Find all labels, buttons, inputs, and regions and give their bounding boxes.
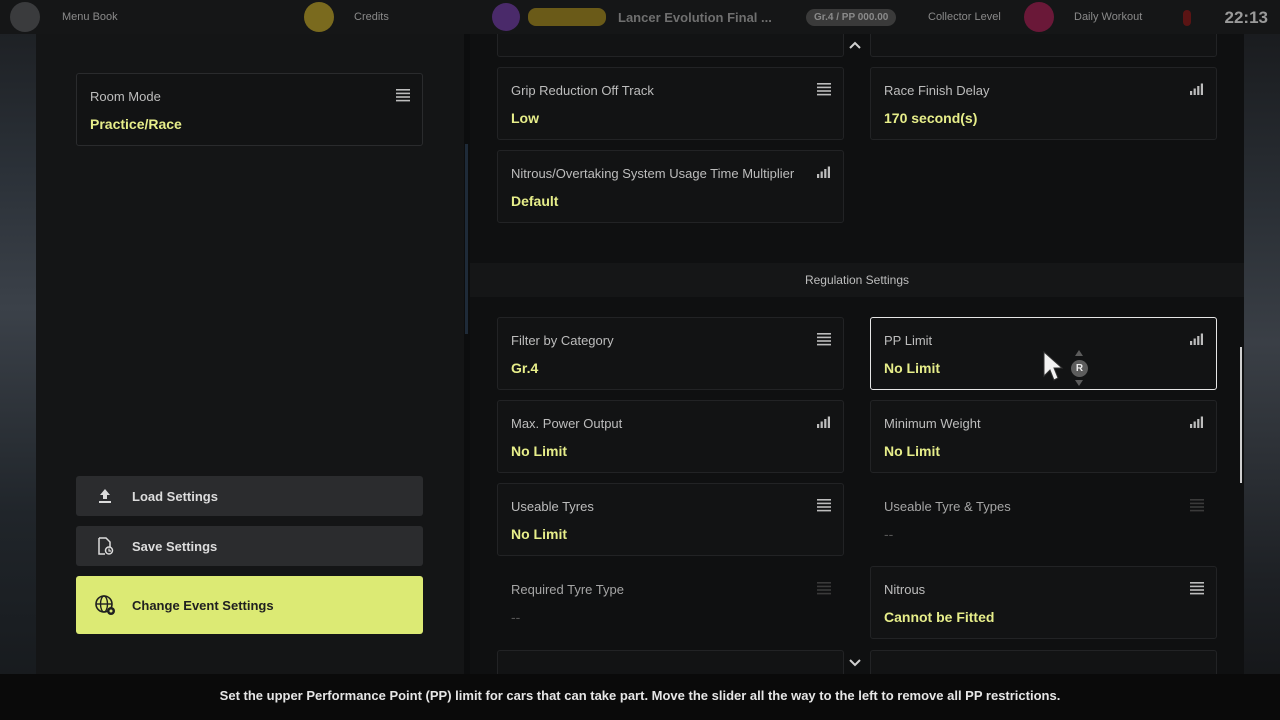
car-pill-area: Gr.4 / PP 000.00	[806, 0, 897, 34]
useable-tyre-types-label: Useable Tyre & Types	[884, 499, 1011, 514]
collector-label: Collector Level	[928, 10, 1001, 23]
list-icon	[1190, 499, 1204, 512]
minimum-weight-card[interactable]: Minimum Weight No Limit	[870, 400, 1217, 473]
list-icon	[817, 83, 831, 96]
settings-card-cutoff-bottom-left[interactable]	[497, 650, 844, 674]
required-tyre-type-card: Required Tyre Type --	[497, 566, 844, 639]
save-file-icon	[94, 535, 116, 557]
daily-area: Daily Workout	[1024, 0, 1142, 34]
car-title: Lancer Evolution Final ...	[618, 9, 772, 25]
settings-card-cutoff-right[interactable]	[870, 34, 1217, 57]
nitrous-card[interactable]: Nitrous Cannot be Fitted	[870, 566, 1217, 639]
room-mode-card[interactable]: Room Mode Practice/Race	[76, 73, 423, 146]
filter-by-category-value: Gr.4	[511, 360, 539, 376]
chevron-up-icon[interactable]	[848, 40, 862, 50]
daily-workout-icon	[1024, 2, 1054, 32]
save-settings-label: Save Settings	[132, 538, 218, 554]
save-settings-button[interactable]: Save Settings	[76, 526, 423, 566]
change-event-settings-label: Change Event Settings	[132, 597, 274, 613]
clock: 22:13	[1224, 8, 1268, 27]
useable-tyre-types-card: Useable Tyre & Types --	[870, 483, 1217, 556]
room-mode-label: Room Mode	[90, 89, 161, 104]
notification-icon	[1183, 10, 1191, 26]
credits-area: Credits	[304, 0, 389, 34]
filter-by-category-card[interactable]: Filter by Category Gr.4	[497, 317, 844, 390]
useable-tyres-label: Useable Tyres	[511, 499, 594, 514]
settings-scroll-panel[interactable]: Grip Reduction Off Track Low Race Finish…	[470, 34, 1244, 674]
r-stick-badge-icon: R	[1071, 360, 1088, 377]
scrollbar-thumb[interactable]	[1240, 347, 1242, 483]
background-edge-left	[0, 34, 36, 720]
race-finish-delay-label: Race Finish Delay	[884, 83, 990, 98]
useable-tyres-card[interactable]: Useable Tyres No Limit	[497, 483, 844, 556]
list-icon	[817, 582, 831, 595]
car-class-pill: Gr.4 / PP 000.00	[806, 8, 897, 26]
grip-reduction-label: Grip Reduction Off Track	[511, 83, 654, 98]
pointer-cursor-icon	[1043, 350, 1064, 381]
list-icon	[396, 89, 410, 102]
pp-limit-value: No Limit	[884, 360, 940, 376]
avatar	[10, 2, 40, 32]
max-power-output-card[interactable]: Max. Power Output No Limit	[497, 400, 844, 473]
required-tyre-type-label: Required Tyre Type	[511, 582, 624, 597]
pp-limit-label: PP Limit	[884, 333, 933, 348]
max-power-output-value: No Limit	[511, 443, 567, 459]
top-status-bar: Menu Book Credits Lancer Evolution Final…	[0, 0, 1280, 34]
daily-label: Daily Workout	[1074, 10, 1143, 23]
filter-by-category-label: Filter by Category	[511, 333, 614, 348]
max-power-output-label: Max. Power Output	[511, 416, 623, 431]
race-finish-delay-card[interactable]: Race Finish Delay 170 second(s)	[870, 67, 1217, 140]
useable-tyre-types-value: --	[884, 526, 894, 542]
r-stick-up-icon	[1075, 350, 1083, 356]
load-settings-button[interactable]: Load Settings	[76, 476, 423, 516]
load-settings-label: Load Settings	[132, 488, 218, 504]
car-area: Lancer Evolution Final ...	[492, 0, 772, 34]
profile-area: Menu Book	[10, 0, 118, 34]
manufacturer-icon	[492, 3, 520, 31]
room-mode-value: Practice/Race	[90, 116, 182, 132]
nitrous-multiplier-label: Nitrous/Overtaking System Usage Time Mul…	[511, 166, 795, 181]
race-finish-delay-value: 170 second(s)	[884, 110, 978, 126]
regulation-settings-header: Regulation Settings	[470, 263, 1244, 297]
minimum-weight-value: No Limit	[884, 443, 940, 459]
useable-tyres-value: No Limit	[511, 526, 567, 542]
nitrous-multiplier-card[interactable]: Nitrous/Overtaking System Usage Time Mul…	[497, 150, 844, 223]
help-text: Set the upper Performance Point (PP) lim…	[0, 674, 1280, 720]
change-event-settings-button[interactable]: Change Event Settings	[76, 576, 423, 634]
list-icon	[1190, 582, 1204, 595]
signal-bars-icon	[817, 166, 830, 178]
list-icon	[817, 333, 831, 346]
chevron-down-icon[interactable]	[848, 658, 862, 668]
credits-label: Credits	[354, 10, 389, 23]
grip-reduction-card[interactable]: Grip Reduction Off Track Low	[497, 67, 844, 140]
background-edge-right	[1244, 34, 1280, 720]
signal-bars-icon	[1190, 416, 1203, 428]
required-tyre-type-value: --	[511, 609, 521, 625]
settings-card-cutoff-left[interactable]	[497, 34, 844, 57]
profile-label: Menu Book	[62, 10, 118, 23]
collector-area: Collector Level	[928, 0, 1001, 34]
credits-icon	[304, 2, 334, 32]
minimum-weight-label: Minimum Weight	[884, 416, 981, 431]
grip-reduction-value: Low	[511, 110, 539, 126]
nitrous-value: Cannot be Fitted	[884, 609, 995, 625]
list-icon	[817, 499, 831, 512]
r-stick-down-icon	[1075, 380, 1083, 386]
signal-bars-icon	[1190, 333, 1203, 345]
nitrous-label: Nitrous	[884, 582, 926, 597]
car-thumbnail-icon	[528, 8, 606, 26]
settings-card-cutoff-bottom-right[interactable]	[870, 650, 1217, 674]
globe-settings-icon	[94, 594, 116, 616]
upload-icon	[94, 485, 116, 507]
signal-bars-icon	[817, 416, 830, 428]
nitrous-multiplier-value: Default	[511, 193, 559, 209]
signal-bars-icon	[1190, 83, 1203, 95]
